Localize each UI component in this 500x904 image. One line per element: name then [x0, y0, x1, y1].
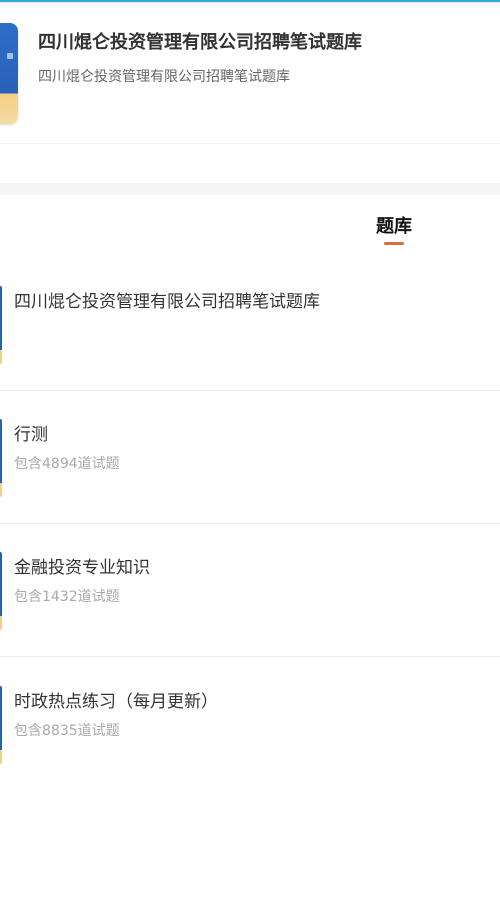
bank-item[interactable]: 时政热点练习（每月更新） 包含8835道试题 — [0, 659, 500, 791]
book-spine-icon — [0, 419, 2, 497]
bank-item-name: 金融投资专业知识 — [14, 558, 150, 578]
section-gap — [0, 183, 500, 195]
bank-item-count: 包含1432道试题 — [14, 589, 120, 605]
header-divider — [0, 143, 500, 144]
book-spine-icon — [0, 686, 2, 764]
book-spine-icon — [0, 286, 2, 364]
bank-item-name: 行测 — [14, 425, 48, 445]
tab-bar: 题库 — [0, 195, 500, 252]
page-subtitle: 四川焜仑投资管理有限公司招聘笔试题库 — [38, 69, 290, 85]
list-divider — [0, 656, 500, 657]
bank-item[interactable]: 金融投资专业知识 包含1432道试题 — [0, 525, 500, 657]
page-title: 四川焜仑投资管理有限公司招聘笔试题库 — [38, 32, 362, 53]
book-cover-icon — [0, 23, 18, 124]
bank-item[interactable]: 行测 包含4894道试题 — [0, 392, 500, 524]
bank-item[interactable]: 四川焜仑投资管理有限公司招聘笔试题库 — [0, 259, 500, 391]
list-divider — [0, 390, 500, 391]
tab-active-indicator — [384, 242, 404, 245]
book-spine-icon — [0, 552, 2, 630]
bank-item-name: 时政热点练习（每月更新） — [14, 692, 218, 712]
bank-item-name: 四川焜仑投资管理有限公司招聘笔试题库 — [14, 292, 320, 312]
tab-question-bank[interactable]: 题库 — [360, 212, 428, 238]
bank-item-count: 包含4894道试题 — [14, 456, 120, 472]
cover-mark-icon — [7, 53, 13, 59]
bank-header: 四川焜仑投资管理有限公司招聘笔试题库 四川焜仑投资管理有限公司招聘笔试题库 — [0, 3, 500, 144]
bank-item-count: 包含8835道试题 — [14, 723, 120, 739]
list-divider — [0, 523, 500, 524]
